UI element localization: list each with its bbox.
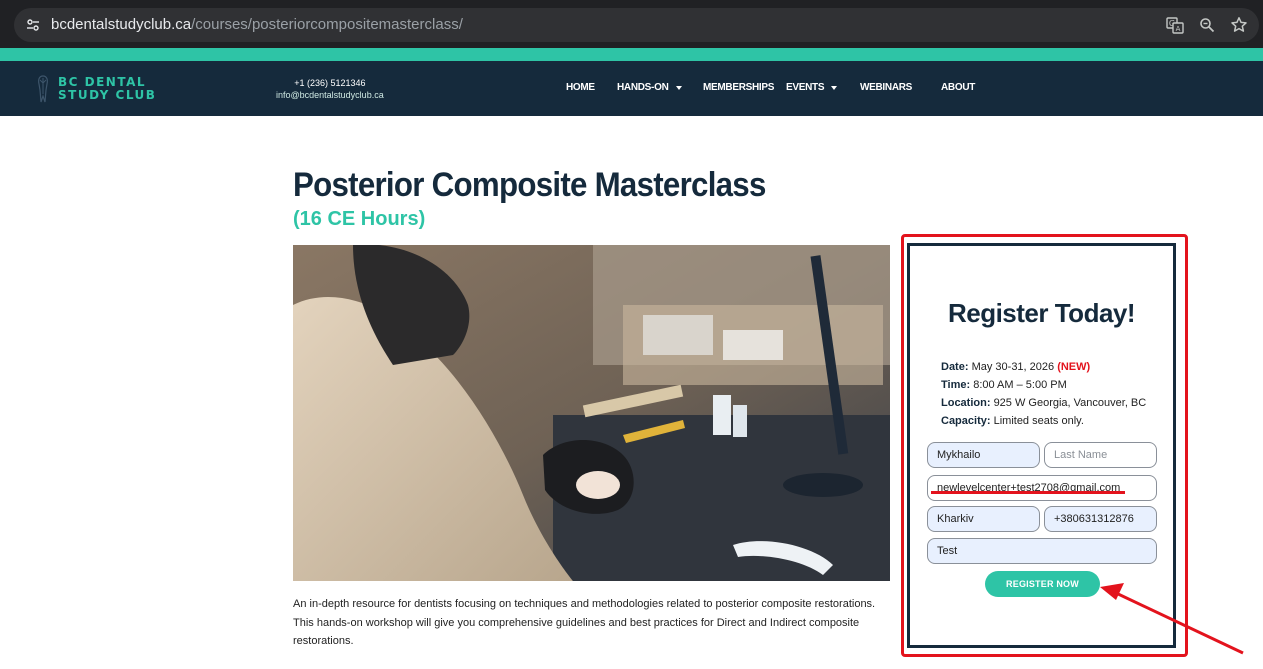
phone-field[interactable]: +380631312876 xyxy=(1044,506,1157,532)
nav-label: WEBINARS xyxy=(860,82,913,93)
register-panel: Register Today! Date: May 30-31, 2026 (N… xyxy=(907,243,1176,648)
nav-about[interactable]: ABOUT xyxy=(941,82,975,93)
event-details: Date: May 30-31, 2026 (NEW) Time: 8:00 A… xyxy=(941,358,1146,430)
message-field[interactable]: Test xyxy=(927,538,1157,564)
chevron-down-icon xyxy=(675,85,682,90)
contact-phone[interactable]: +1 (236) 5121346 xyxy=(276,77,384,89)
translate-icon[interactable]: G A xyxy=(1164,14,1186,36)
annotation-underline xyxy=(931,491,1125,494)
site-header: BC DENTAL STUDY CLUB +1 (236) 5121346 in… xyxy=(0,61,1263,116)
contact-info: +1 (236) 5121346 info@bcdentalstudyclub.… xyxy=(276,77,384,101)
register-title: Register Today! xyxy=(947,298,1136,328)
nav-label: HOME xyxy=(566,82,595,93)
site-info-icon[interactable] xyxy=(22,14,44,36)
page-title: Posterior Composite Masterclass xyxy=(293,166,766,204)
url-text[interactable]: bcdentalstudyclub.ca/courses/posteriorco… xyxy=(51,16,463,33)
url-path: /courses/posteriorcompositemasterclass/ xyxy=(191,16,463,33)
url-domain: bcdentalstudyclub.ca xyxy=(51,16,192,33)
nav-webinars[interactable]: WEBINARS xyxy=(860,82,941,93)
nav-label: ABOUT xyxy=(941,82,976,93)
bookmark-star-icon[interactable] xyxy=(1228,14,1250,36)
new-badge: (NEW) xyxy=(1057,361,1091,373)
city-field[interactable]: Kharkiv xyxy=(927,506,1040,532)
accent-strip xyxy=(0,48,1263,61)
course-photo xyxy=(293,245,890,581)
nav-hands-on[interactable]: HANDS-ON xyxy=(617,82,703,93)
contact-email[interactable]: info@bcdentalstudyclub.ca xyxy=(276,89,384,101)
logo-line-2: STUDY CLUB xyxy=(58,88,157,102)
nav-label: MEMBERSHIPS xyxy=(703,82,775,93)
main-nav: HOME HANDS-ON MEMBERSHIPS EVENTS WEBINAR… xyxy=(566,82,975,93)
browser-toolbar: bcdentalstudyclub.ca/courses/posteriorco… xyxy=(0,0,1263,48)
first-name-field[interactable]: Mykhailo xyxy=(927,442,1040,468)
email-field[interactable]: newlevelcenter+test2708@gmail.com xyxy=(927,475,1157,501)
nav-home[interactable]: HOME xyxy=(566,82,617,93)
tooth-logo-icon xyxy=(38,75,48,103)
page-subtitle: (16 CE Hours) xyxy=(293,208,426,230)
detail-location: Location: 925 W Georgia, Vancouver, BC xyxy=(941,397,1147,409)
chevron-down-icon xyxy=(831,85,838,90)
site-logo[interactable]: BC DENTAL STUDY CLUB xyxy=(36,74,156,104)
detail-capacity: Capacity: Limited seats only. xyxy=(941,415,1084,427)
address-bar[interactable]: bcdentalstudyclub.ca/courses/posteriorco… xyxy=(14,8,1259,42)
register-now-button[interactable]: REGISTER NOW xyxy=(985,571,1100,597)
nav-label: EVENTS xyxy=(786,82,825,93)
detail-time: Time: 8:00 AM – 5:00 PM xyxy=(941,379,1067,391)
last-name-field[interactable]: Last Name xyxy=(1044,442,1157,468)
svg-text:A: A xyxy=(1176,25,1181,33)
zoom-icon[interactable] xyxy=(1196,14,1218,36)
nav-label: HANDS-ON xyxy=(617,82,669,93)
detail-date: Date: May 30-31, 2026 (NEW) xyxy=(941,361,1091,373)
nav-events[interactable]: EVENTS xyxy=(786,82,860,93)
course-description: An in-depth resource for dentists focusi… xyxy=(293,598,876,647)
nav-memberships[interactable]: MEMBERSHIPS xyxy=(703,82,786,93)
